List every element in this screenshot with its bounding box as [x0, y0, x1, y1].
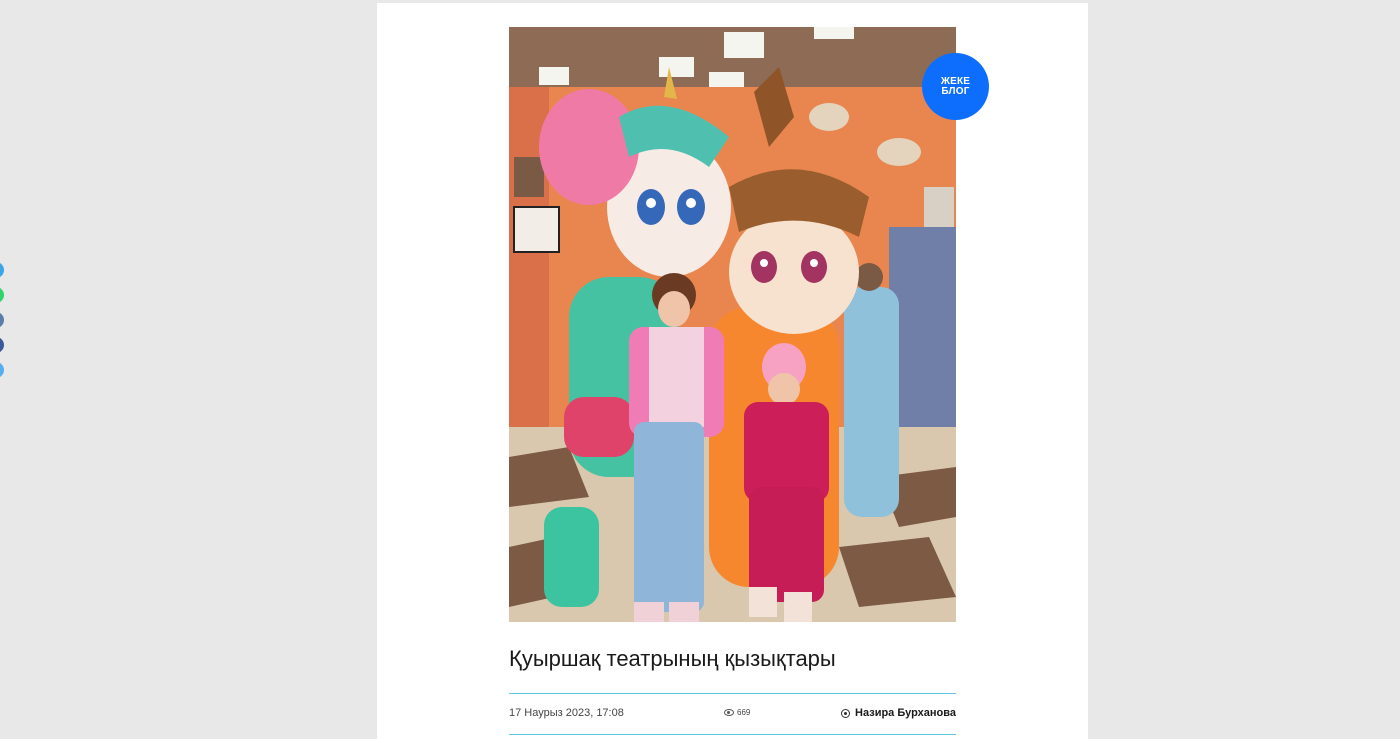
- twitter-icon[interactable]: [0, 262, 4, 278]
- view-count: 669: [724, 708, 750, 717]
- publish-date: 17 Наурыз 2023, 17:08: [509, 707, 624, 719]
- author-name[interactable]: Назира Бурханова: [855, 707, 956, 719]
- article-photo: [509, 27, 956, 622]
- author[interactable]: Назира Бурханова: [841, 707, 956, 719]
- vk-icon[interactable]: [0, 312, 4, 328]
- article-photo-illustration: [509, 27, 956, 622]
- user-icon: [841, 708, 851, 718]
- telegram-icon[interactable]: [0, 362, 4, 378]
- view-count-value: 669: [737, 708, 751, 717]
- article-container: ЖЕКЕ БЛОГ Қуыршақ театрының қызықтары 17…: [377, 3, 1088, 739]
- article-meta: 17 Наурыз 2023, 17:08 669 Назира Бурхано…: [509, 693, 956, 735]
- personal-blog-badge[interactable]: ЖЕКЕ БЛОГ: [922, 53, 989, 120]
- share-rail: [0, 262, 6, 387]
- eye-icon: [724, 709, 734, 716]
- facebook-icon[interactable]: [0, 337, 4, 353]
- article-title: Қуыршақ театрының қызықтары: [509, 646, 836, 671]
- whatsapp-icon[interactable]: [0, 287, 4, 303]
